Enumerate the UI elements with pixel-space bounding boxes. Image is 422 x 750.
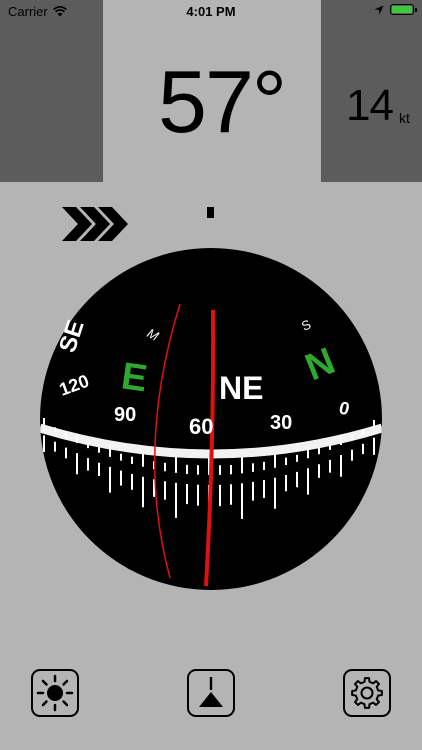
status-right-group	[374, 4, 417, 15]
battery-tip	[415, 8, 417, 12]
compass-mode-button[interactable]	[187, 669, 235, 717]
direction-chevrons-icon	[62, 207, 128, 241]
settings-button[interactable]	[343, 669, 391, 717]
sun-icon	[36, 674, 74, 712]
compass-ball[interactable]: SE E NE N M S 120 90 60 30 0	[40, 248, 382, 590]
cardinal-ne-label: NE	[219, 370, 263, 406]
battery-icon	[390, 4, 417, 15]
location-arrow-icon	[374, 5, 384, 14]
status-time: 4:01 PM	[186, 4, 236, 19]
degree-label-60: 60	[189, 414, 213, 439]
brightness-button[interactable]	[31, 669, 79, 717]
degree-label-30: 30	[270, 412, 292, 434]
speed-unit: kt	[399, 110, 410, 126]
compass-mode-icon	[199, 677, 223, 707]
lubber-line-mark	[207, 207, 214, 218]
gear-icon	[351, 677, 383, 709]
left-side-panel	[0, 0, 103, 182]
degree-label-90: 90	[114, 404, 136, 426]
battery-level	[392, 6, 412, 13]
heading-value: 57°	[158, 52, 287, 151]
speed-value: 14	[346, 81, 394, 130]
status-bar: Carrier 4:01 PM	[0, 0, 422, 22]
